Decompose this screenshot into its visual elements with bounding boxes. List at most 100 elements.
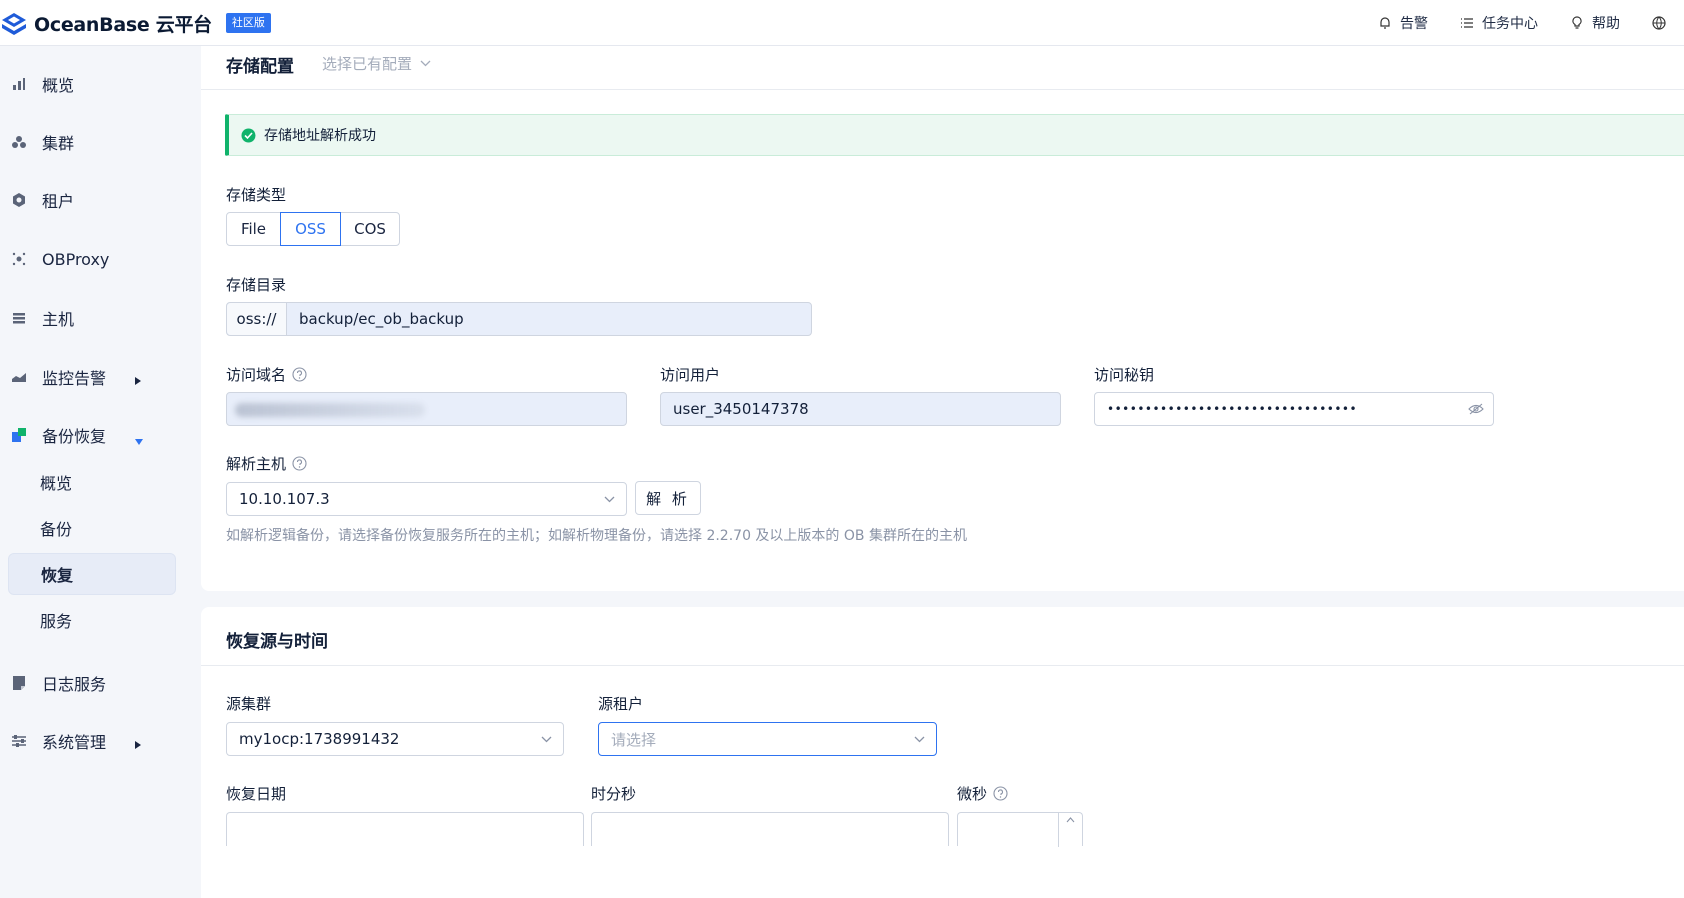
globe-icon [1652,16,1666,30]
help-circle-icon [993,786,1008,801]
access-user-value: user_3450147378 [673,400,809,418]
sidebar-subitem-service[interactable]: 服务 [8,599,176,641]
host-icon [10,309,28,327]
parse-host-select[interactable]: 10.10.107.3 [226,482,627,516]
storage-type-file[interactable]: File [226,212,281,246]
sidebar-item-log-service[interactable]: 日志服务 [10,663,190,703]
stepper-up-icon[interactable] [1058,813,1082,847]
redacted-domain-mask [235,403,425,417]
source-cluster-label: 源集群 [226,695,272,713]
storage-config-card: 存储配置 选择已有配置 存储地址解析成功 存储类型 File OSS COS 存… [201,46,1684,591]
oceanbase-logo-icon [0,9,28,37]
restore-source-header: 恢复源与时间 [201,607,1684,666]
storage-type-segmented: File OSS COS [226,212,400,246]
sidebar-subitem-overview[interactable]: 概览 [8,461,176,503]
help-link[interactable]: 帮助 [1570,13,1620,33]
app-logo[interactable]: OceanBase 云平台 社区版 [0,9,271,37]
sidebar-item-obproxy[interactable]: OBProxy [10,239,190,279]
access-secret-label: 访问秘钥 [1094,366,1155,384]
storage-dir-label: 存储目录 [226,276,287,294]
help-label: 帮助 [1592,16,1620,32]
parse-button[interactable]: 解 析 [635,481,701,515]
bar-chart-icon [10,75,28,93]
edition-badge: 社区版 [225,13,271,33]
task-center-link[interactable]: 任务中心 [1460,13,1538,33]
sidebar-item-label: 系统管理 [42,733,107,752]
access-domain-label: 访问域名 [226,364,307,385]
success-alert: 存储地址解析成功 [225,114,1684,156]
app-name: OceanBase 云平台 [34,13,212,36]
restore-date-label: 恢复日期 [226,785,287,803]
access-domain-label-text: 访问域名 [226,366,287,384]
help-circle-icon [292,456,307,471]
restore-source-title: 恢复源与时间 [226,632,328,652]
sidebar-item-overview[interactable]: 概览 [10,64,190,104]
storage-type-oss[interactable]: OSS [280,212,341,246]
sidebar-item-tenant[interactable]: 租户 [10,180,190,220]
sidebar-item-cluster[interactable]: 集群 [10,122,190,162]
source-cluster-value: my1ocp:1738991432 [239,730,400,748]
source-tenant-placeholder: 请选择 [611,730,657,749]
access-secret-value: ••••••••••••••••••••••••••••••••• [1107,402,1358,416]
caret-down-icon [134,431,144,450]
access-user-input[interactable]: user_3450147378 [660,392,1061,426]
sidebar-item-monitor[interactable]: 监控告警 [10,357,190,397]
sidebar-item-label: 概览 [42,76,75,95]
top-bar: OceanBase 云平台 社区版 告警 任务中心 帮助 [0,0,1684,46]
check-circle-icon [241,128,256,142]
storage-config-title: 存储配置 [226,57,294,77]
storage-dir-input[interactable]: oss:// backup/ec_ob_backup [226,302,812,336]
parse-host-label-text: 解析主机 [226,455,287,473]
preset-config-label: 选择已有配置 [322,55,413,73]
sidebar-subitem-backup[interactable]: 备份 [8,507,176,549]
language-switch[interactable] [1652,16,1674,30]
sidebar-item-label: 租户 [42,192,75,211]
sidebar-item-host[interactable]: 主机 [10,298,190,338]
parse-host-value: 10.10.107.3 [239,490,330,508]
restore-time-label: 时分秒 [591,785,637,803]
log-icon [10,674,28,692]
restore-microsecond-label-text: 微秒 [957,785,988,803]
parse-host-label: 解析主机 [226,453,307,474]
chevron-down-icon [420,60,431,67]
sidebar-item-backup-restore[interactable]: 备份恢复 [10,415,190,455]
restore-microsecond-input[interactable] [957,812,1083,847]
sidebar-item-label: 集群 [42,134,75,153]
sidebar-item-label: 主机 [42,310,75,329]
storage-type-label: 存储类型 [226,186,287,204]
access-secret-input[interactable]: ••••••••••••••••••••••••••••••••• [1094,392,1494,426]
chevron-down-icon [902,736,936,743]
sidebar-item-label: 备份恢复 [42,427,107,446]
restore-time-picker[interactable] [591,812,949,846]
access-domain-input[interactable] [226,392,627,426]
storage-dir-value: backup/ec_ob_backup [299,310,464,328]
restore-date-picker[interactable] [226,812,584,846]
access-user-label: 访问用户 [660,366,721,384]
eye-invisible-icon[interactable] [1459,403,1493,415]
sidebar-item-label: OBProxy [42,249,110,269]
preset-config-select[interactable]: 选择已有配置 [322,53,431,74]
alerts-link[interactable]: 告警 [1378,13,1428,33]
backup-icon [10,426,28,444]
sidebar-item-system[interactable]: 系统管理 [10,721,190,761]
source-cluster-select[interactable]: my1ocp:1738991432 [226,722,564,756]
settings-icon [10,732,28,750]
help-circle-icon [292,367,307,382]
sidebar: 概览 集群 租户 OBProxy 主机 监控告警 备份恢复 概览 备份 恢复 服… [0,46,200,898]
sidebar-item-label: 监控告警 [42,369,107,388]
monitor-icon [10,368,28,386]
caret-right-icon [134,371,142,390]
sidebar-subitem-restore[interactable]: 恢复 [8,553,176,595]
parse-host-hint: 如解析逻辑备份，请选择备份恢复服务所在的主机；如解析物理备份，请选择 2.2.7… [226,528,967,544]
chevron-down-icon [529,736,563,743]
tenant-icon [10,191,28,209]
restore-source-card: 恢复源与时间 源集群 my1ocp:1738991432 源租户 请选择 恢复日… [201,607,1684,898]
bell-icon [1380,17,1390,29]
storage-config-header: 存储配置 选择已有配置 [201,46,1684,90]
success-alert-text: 存储地址解析成功 [264,128,376,144]
storage-type-cos[interactable]: COS [340,212,400,246]
source-tenant-select[interactable]: 请选择 [598,722,937,756]
restore-microsecond-label: 微秒 [957,783,1008,804]
sidebar-item-label: 日志服务 [42,675,107,694]
source-tenant-label: 源租户 [598,695,644,713]
